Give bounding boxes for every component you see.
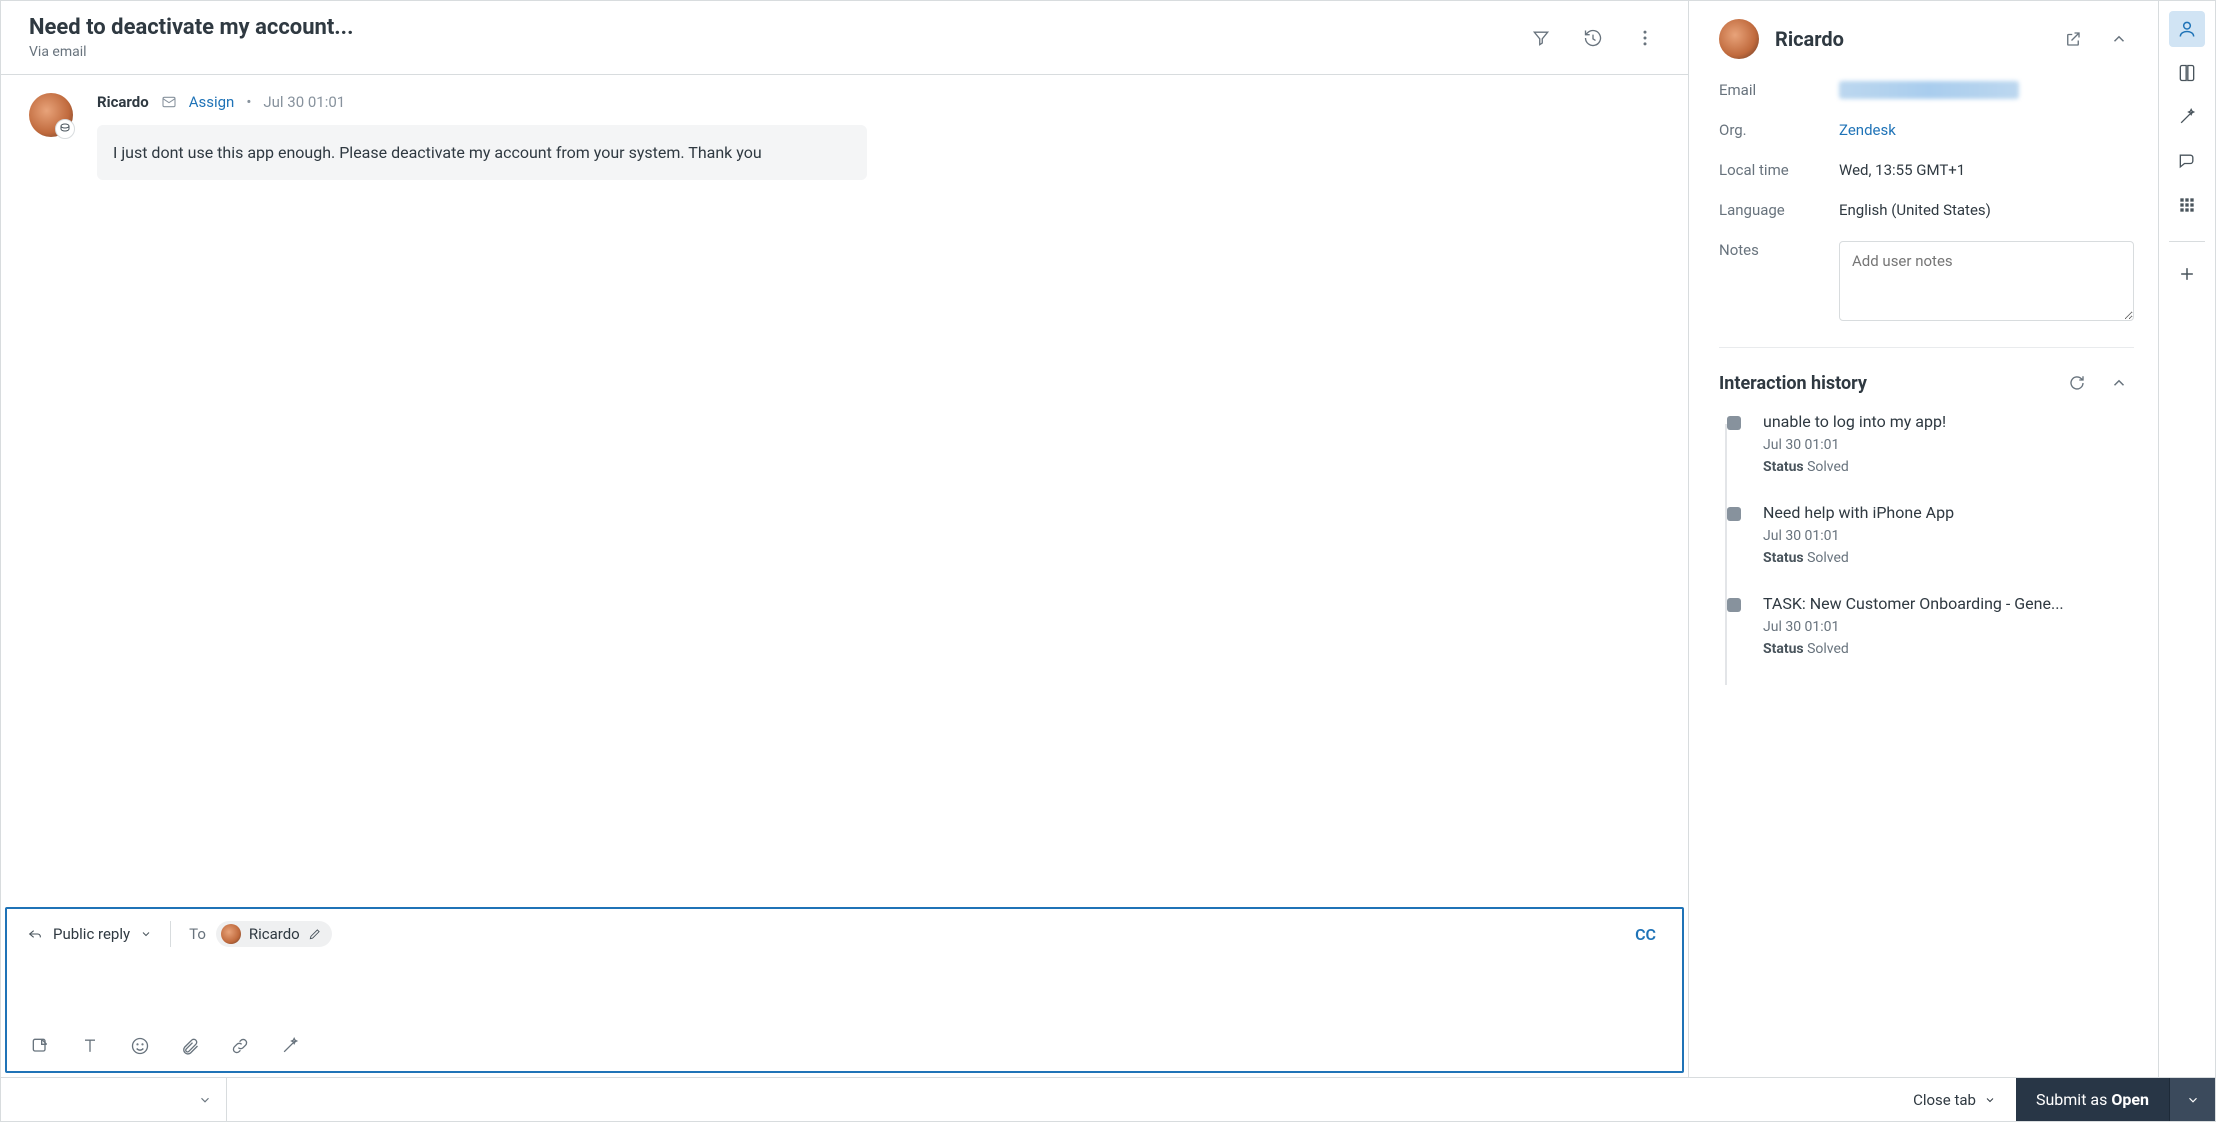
recipient-name: Ricardo [249,925,300,943]
history-header: Interaction history [1719,348,2134,412]
ai-magic-icon[interactable] [279,1035,301,1057]
message-author[interactable]: Ricardo [97,93,149,111]
history-item[interactable]: unable to log into my app! Jul 30 01:01 … [1733,412,2134,503]
submit-prefix: Submit as [2036,1090,2107,1109]
chevron-down-icon [1984,1094,1996,1106]
message-timestamp: Jul 30 01:01 [263,93,345,111]
footer-left-dropdown[interactable] [1,1078,227,1121]
rail-user-icon[interactable] [2169,11,2205,47]
rail-divider [2169,241,2205,242]
org-value[interactable]: Zendesk [1839,121,2134,139]
ticket-via: Via email [29,44,1508,60]
conversation-header: Need to deactivate my account... Via ema… [1,1,1688,75]
rail-magic-icon[interactable] [2169,99,2205,135]
recipient-chip[interactable]: Ricardo [216,921,332,947]
history-item-ts: Jul 30 01:01 [1763,528,2134,544]
rail-apps-grid-icon[interactable] [2169,187,2205,223]
assign-link[interactable]: Assign [189,93,235,111]
submit-status: Open [2111,1090,2149,1109]
user-fields: Email Org. Zendesk Local time Wed, 13:55… [1719,73,2134,348]
history-item[interactable]: TASK: New Customer Onboarding - Gene... … [1733,594,2134,685]
emoji-icon[interactable] [129,1035,151,1057]
reply-type-dropdown[interactable]: Public reply [27,925,152,943]
composer: Public reply To Ricardo CC [5,907,1684,1073]
conversation-column: Need to deactivate my account... Via ema… [1,1,1689,1077]
filter-icon[interactable] [1522,19,1560,57]
history-item-ts: Jul 30 01:01 [1763,437,2134,453]
localtime-label: Local time [1719,161,1839,179]
rail-knowledge-icon[interactable] [2169,55,2205,91]
cc-button[interactable]: CC [1635,925,1662,944]
history-item-ts: Jul 30 01:01 [1763,619,2134,635]
divider [170,921,171,947]
history-status-value: Solved [1807,641,1849,657]
submit-button[interactable]: Submit as Open [2016,1078,2169,1121]
edit-pencil-icon[interactable] [308,927,322,941]
close-tab-label: Close tab [1913,1091,1976,1109]
reply-arrow-icon [27,926,43,942]
history-title: Interaction history [1719,373,2050,394]
user-panel: Ricardo Email Org. Zendesk Local time We… [1689,1,2159,1077]
composer-toolbar [7,1025,1682,1071]
message: Ricardo Assign • Jul 30 01:01 I just don… [29,93,1664,180]
ticket-title: Need to deactivate my account... [29,15,1508,40]
attachment-icon[interactable] [179,1035,201,1057]
chevron-down-icon [2186,1093,2200,1107]
history-status-dot [1727,507,1741,521]
open-external-icon[interactable] [2058,24,2088,54]
history-list: unable to log into my app! Jul 30 01:01 … [1719,412,2134,685]
close-tab-button[interactable]: Close tab [227,1078,2016,1121]
link-icon[interactable] [229,1035,251,1057]
chevron-down-icon [140,928,152,940]
composer-textarea[interactable] [7,955,1682,1025]
history-icon[interactable] [1574,19,1612,57]
user-avatar[interactable] [1719,19,1759,59]
recipient-avatar [221,924,241,944]
channel-badge-icon [55,119,75,139]
email-label: Email [1719,81,1839,99]
history-item[interactable]: Need help with iPhone App Jul 30 01:01 S… [1733,503,2134,594]
insert-content-icon[interactable] [29,1035,51,1057]
rail-add-icon[interactable] [2169,256,2205,292]
history-status-value: Solved [1807,550,1849,566]
chevron-down-icon [198,1093,212,1107]
email-value-redacted [1839,81,2134,99]
message-body: I just dont use this app enough. Please … [97,125,867,180]
message-avatar[interactable] [29,93,73,137]
history-status-dot [1727,598,1741,612]
history-status-label: Status [1763,459,1804,475]
apps-rail [2159,1,2215,1077]
text-format-icon[interactable] [79,1035,101,1057]
localtime-value: Wed, 13:55 GMT+1 [1839,161,2134,179]
history-status-label: Status [1763,641,1804,657]
user-panel-header: Ricardo [1719,19,2134,73]
reply-type-label: Public reply [53,925,130,943]
submit-status-dropdown[interactable] [2169,1078,2215,1121]
more-actions-icon[interactable] [1626,19,1664,57]
notes-label: Notes [1719,241,1839,259]
user-name[interactable]: Ricardo [1775,27,2042,51]
language-value: English (United States) [1839,201,2134,219]
conversation-body: Ricardo Assign • Jul 30 01:01 I just don… [1,75,1688,903]
history-timeline [1725,424,1727,685]
history-item-title[interactable]: unable to log into my app! [1763,412,2134,431]
rail-conversations-icon[interactable] [2169,143,2205,179]
history-item-title[interactable]: Need help with iPhone App [1763,503,2134,522]
email-channel-icon [161,94,177,110]
history-status-value: Solved [1807,459,1849,475]
meta-separator: • [246,93,251,111]
history-item-title[interactable]: TASK: New Customer Onboarding - Gene... [1763,594,2134,613]
notes-textarea[interactable] [1839,241,2134,321]
to-label: To [189,925,206,943]
footer-bar: Close tab Submit as Open [0,1078,2216,1122]
history-collapse-icon[interactable] [2104,368,2134,398]
org-label: Org. [1719,121,1839,139]
refresh-icon[interactable] [2062,368,2092,398]
submit-button-group: Submit as Open [2016,1078,2215,1121]
history-status-label: Status [1763,550,1804,566]
collapse-chevron-icon[interactable] [2104,24,2134,54]
history-status-dot [1727,416,1741,430]
message-header: Ricardo Assign • Jul 30 01:01 [97,93,1664,111]
language-label: Language [1719,201,1839,219]
